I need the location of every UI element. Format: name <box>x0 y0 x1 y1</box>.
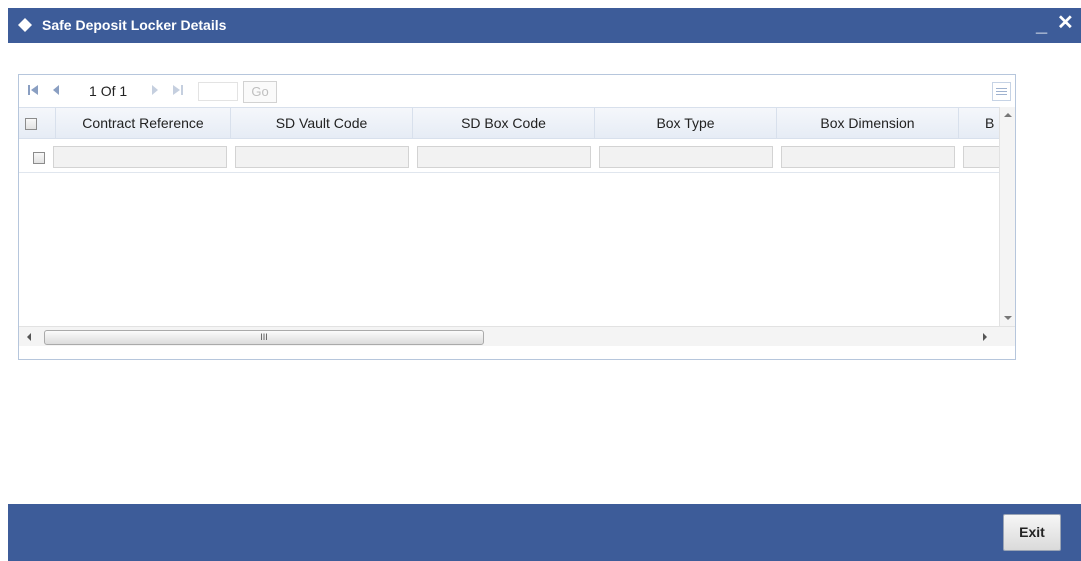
next-page-icon[interactable] <box>149 84 161 96</box>
scroll-left-icon[interactable] <box>21 329 37 345</box>
column-header[interactable]: B <box>959 108 999 138</box>
sd-box-code-cell[interactable] <box>417 146 591 168</box>
exit-button[interactable]: Exit <box>1003 514 1061 551</box>
horizontal-scroll-thumb[interactable]: III <box>44 330 484 345</box>
select-all-cell <box>19 108 56 138</box>
scroll-down-icon[interactable] <box>1000 310 1016 326</box>
minimize-button[interactable]: _ <box>1036 14 1047 36</box>
column-header[interactable]: Box Dimension <box>777 108 959 138</box>
box-type-cell[interactable] <box>599 146 773 168</box>
page-indicator: 1 Of 1 <box>89 83 127 99</box>
truncated-column-cell[interactable] <box>963 146 999 168</box>
column-header[interactable]: SD Box Code <box>413 108 595 138</box>
go-button[interactable]: Go <box>243 81 277 103</box>
grid-settings-button[interactable] <box>992 82 1011 101</box>
table-row[interactable] <box>19 142 999 173</box>
window-title: Safe Deposit Locker Details <box>42 17 227 33</box>
column-header[interactable]: SD Vault Code <box>231 108 413 138</box>
last-page-icon[interactable] <box>172 84 184 96</box>
sd-vault-code-cell[interactable] <box>235 146 409 168</box>
prev-page-icon[interactable] <box>50 84 62 96</box>
column-header[interactable]: Box Type <box>595 108 777 138</box>
current-page: 1 <box>89 83 97 99</box>
table-header: Contract Reference SD Vault Code SD Box … <box>19 107 999 139</box>
grid-settings-icon <box>996 88 1007 95</box>
title-bar: Safe Deposit Locker Details _ ✕ <box>8 8 1081 43</box>
contract-reference-cell[interactable] <box>53 146 227 168</box>
box-dimension-cell[interactable] <box>781 146 955 168</box>
of-label: Of <box>100 83 116 99</box>
total-pages: 1 <box>119 83 128 99</box>
scroll-up-icon[interactable] <box>1000 107 1016 123</box>
locker-details-window: Safe Deposit Locker Details _ ✕ 1 Of 1 G… <box>8 8 1081 561</box>
diamond-icon <box>18 18 32 32</box>
locker-grid: 1 Of 1 Go Contract Reference SD Vault Co… <box>18 74 1016 360</box>
pagination-bar: 1 Of 1 Go <box>19 75 1015 107</box>
horizontal-scrollbar[interactable]: III <box>19 326 1015 346</box>
vertical-scrollbar[interactable] <box>999 107 1015 326</box>
page-number-input[interactable] <box>198 82 238 101</box>
column-header[interactable]: Contract Reference <box>56 108 231 138</box>
select-all-checkbox[interactable] <box>25 118 37 130</box>
scroll-right-icon[interactable] <box>977 329 993 345</box>
row-checkbox[interactable] <box>33 152 45 164</box>
footer-bar: Exit <box>8 504 1081 561</box>
first-page-icon[interactable] <box>27 84 39 96</box>
close-button[interactable]: ✕ <box>1057 12 1074 34</box>
